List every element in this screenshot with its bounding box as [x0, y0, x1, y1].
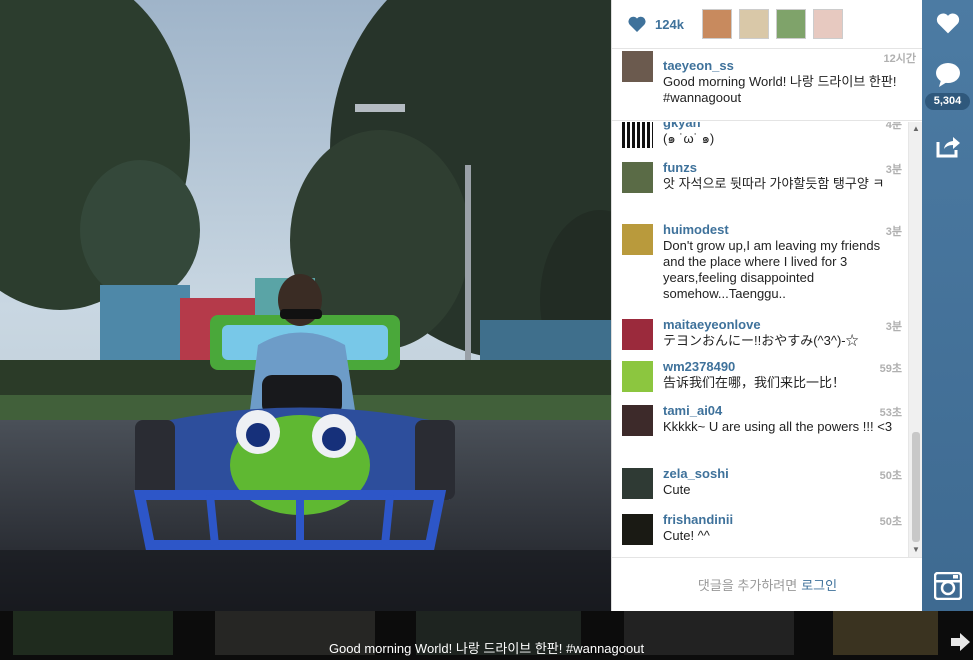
comment-list[interactable]: gkyan (๑ ˙ω˙ ๑) 4분 funzs 앗 자석으로 뒷따라 가야할듯…: [612, 122, 908, 557]
comment-username[interactable]: huimodest: [663, 222, 900, 238]
avatar[interactable]: [622, 361, 653, 392]
avatar[interactable]: [622, 51, 653, 82]
list-item: huimodest Don't grow up,I am leaving my …: [612, 222, 908, 317]
login-prompt: 댓글을 추가하려면 로그인: [612, 557, 923, 611]
comment-text: Kkkkk~ U are using all the powers !!! <3: [663, 419, 893, 434]
caption-username[interactable]: taeyeon_ss: [663, 58, 912, 74]
instagram-icon[interactable]: [933, 572, 962, 600]
share-button[interactable]: [922, 134, 973, 158]
comment-username[interactable]: maitaeyeonlove: [663, 317, 900, 333]
like-button[interactable]: [922, 11, 973, 35]
scroll-thumb[interactable]: [912, 432, 920, 542]
comment-time: 3분: [885, 321, 902, 333]
avatar[interactable]: [622, 514, 653, 545]
comment-text: Cute! ^^: [663, 528, 710, 543]
comment-username[interactable]: gkyan: [663, 122, 900, 131]
list-item: frishandinii Cute! ^^ 50초: [612, 512, 908, 556]
comment-username[interactable]: funzs: [663, 160, 900, 176]
share-icon[interactable]: [935, 134, 961, 158]
comment-time: 50초: [879, 470, 902, 482]
comment-text: (๑ ˙ω˙ ๑): [663, 131, 715, 146]
next-arrow-icon[interactable]: [949, 631, 971, 653]
comment-icon[interactable]: [935, 62, 961, 88]
list-item: gkyan (๑ ˙ω˙ ๑) 4분: [612, 122, 908, 160]
avatar[interactable]: [622, 468, 653, 499]
liker-avatar[interactable]: [701, 9, 732, 39]
comment-username[interactable]: wm2378490: [663, 359, 900, 375]
likes-bar: 124k: [612, 0, 922, 49]
comment-button[interactable]: [922, 62, 973, 88]
comment-username[interactable]: frishandinii: [663, 512, 900, 528]
avatar[interactable]: [622, 224, 653, 255]
comment-time: 59초: [879, 363, 902, 375]
comment-panel: 124k taeyeon_ss Good morning World! 나랑 드…: [611, 0, 923, 611]
list-item: wm2378490 告诉我们在哪，我们来比一比！ 59초: [612, 359, 908, 403]
avatar[interactable]: [622, 319, 653, 350]
heart-icon[interactable]: [627, 15, 647, 33]
caption-time: 12시간: [883, 53, 916, 65]
post-caption: taeyeon_ss Good morning World! 나랑 드라이브 한…: [612, 49, 922, 121]
post-photo: [0, 0, 611, 611]
strip-caption: Good morning World! 나랑 드라이브 한판! #wannago…: [328, 641, 645, 656]
comment-time: 53초: [879, 407, 902, 419]
comment-scrollbar[interactable]: ▲ ▼: [908, 122, 922, 557]
instagram-button[interactable]: [922, 572, 973, 600]
avatar[interactable]: [622, 162, 653, 193]
login-prompt-text: 댓글을 추가하려면: [697, 578, 798, 593]
comment-count-badge: 5,304: [925, 93, 970, 110]
comment-time: 3분: [885, 164, 902, 176]
list-item: zela_soshi Cute 50초: [612, 466, 908, 512]
list-item: tami_ai04 Kkkkk~ U are using all the pow…: [612, 403, 908, 466]
comment-time: 50초: [879, 516, 902, 528]
heart-icon[interactable]: [935, 11, 961, 35]
comment-time: 3분: [885, 226, 902, 238]
comment-text: 告诉我们在哪，我们来比一比！: [663, 375, 846, 390]
login-link[interactable]: 로그인: [801, 575, 837, 594]
comment-username[interactable]: tami_ai04: [663, 403, 900, 419]
action-sidebar: 5,304: [922, 0, 973, 611]
liker-avatar[interactable]: [738, 9, 769, 39]
avatar[interactable]: [622, 405, 653, 436]
scroll-down-icon[interactable]: ▼: [912, 545, 920, 555]
comment-username[interactable]: zela_soshi: [663, 466, 900, 482]
comment-text: 앗 자석으로 뒷따라 가야할듯함 탱구양 ㅋ: [663, 176, 885, 191]
comment-text: テヨンおんにー!!おやすみ(^3^)-☆: [663, 333, 859, 348]
caption-text: Good morning World! 나랑 드라이브 한판! #wannago…: [663, 74, 897, 105]
likes-count: 124k: [655, 16, 684, 32]
avatar[interactable]: [622, 122, 653, 148]
thumbnail-strip: Good morning World! 나랑 드라이브 한판! #wannago…: [0, 611, 973, 660]
list-item: funzs 앗 자석으로 뒷따라 가야할듯함 탱구양 ㅋ 3분: [612, 160, 908, 222]
comment-text: Don't grow up,I am leaving my friends an…: [663, 238, 881, 301]
liker-avatar[interactable]: [775, 9, 806, 39]
comment-text: Cute: [663, 482, 691, 497]
list-item: maitaeyeonlove テヨンおんにー!!おやすみ(^3^)-☆ 3분: [612, 317, 908, 359]
liker-avatar[interactable]: [812, 9, 843, 39]
scroll-up-icon[interactable]: ▲: [912, 124, 920, 134]
comment-time: 4분: [885, 122, 902, 131]
